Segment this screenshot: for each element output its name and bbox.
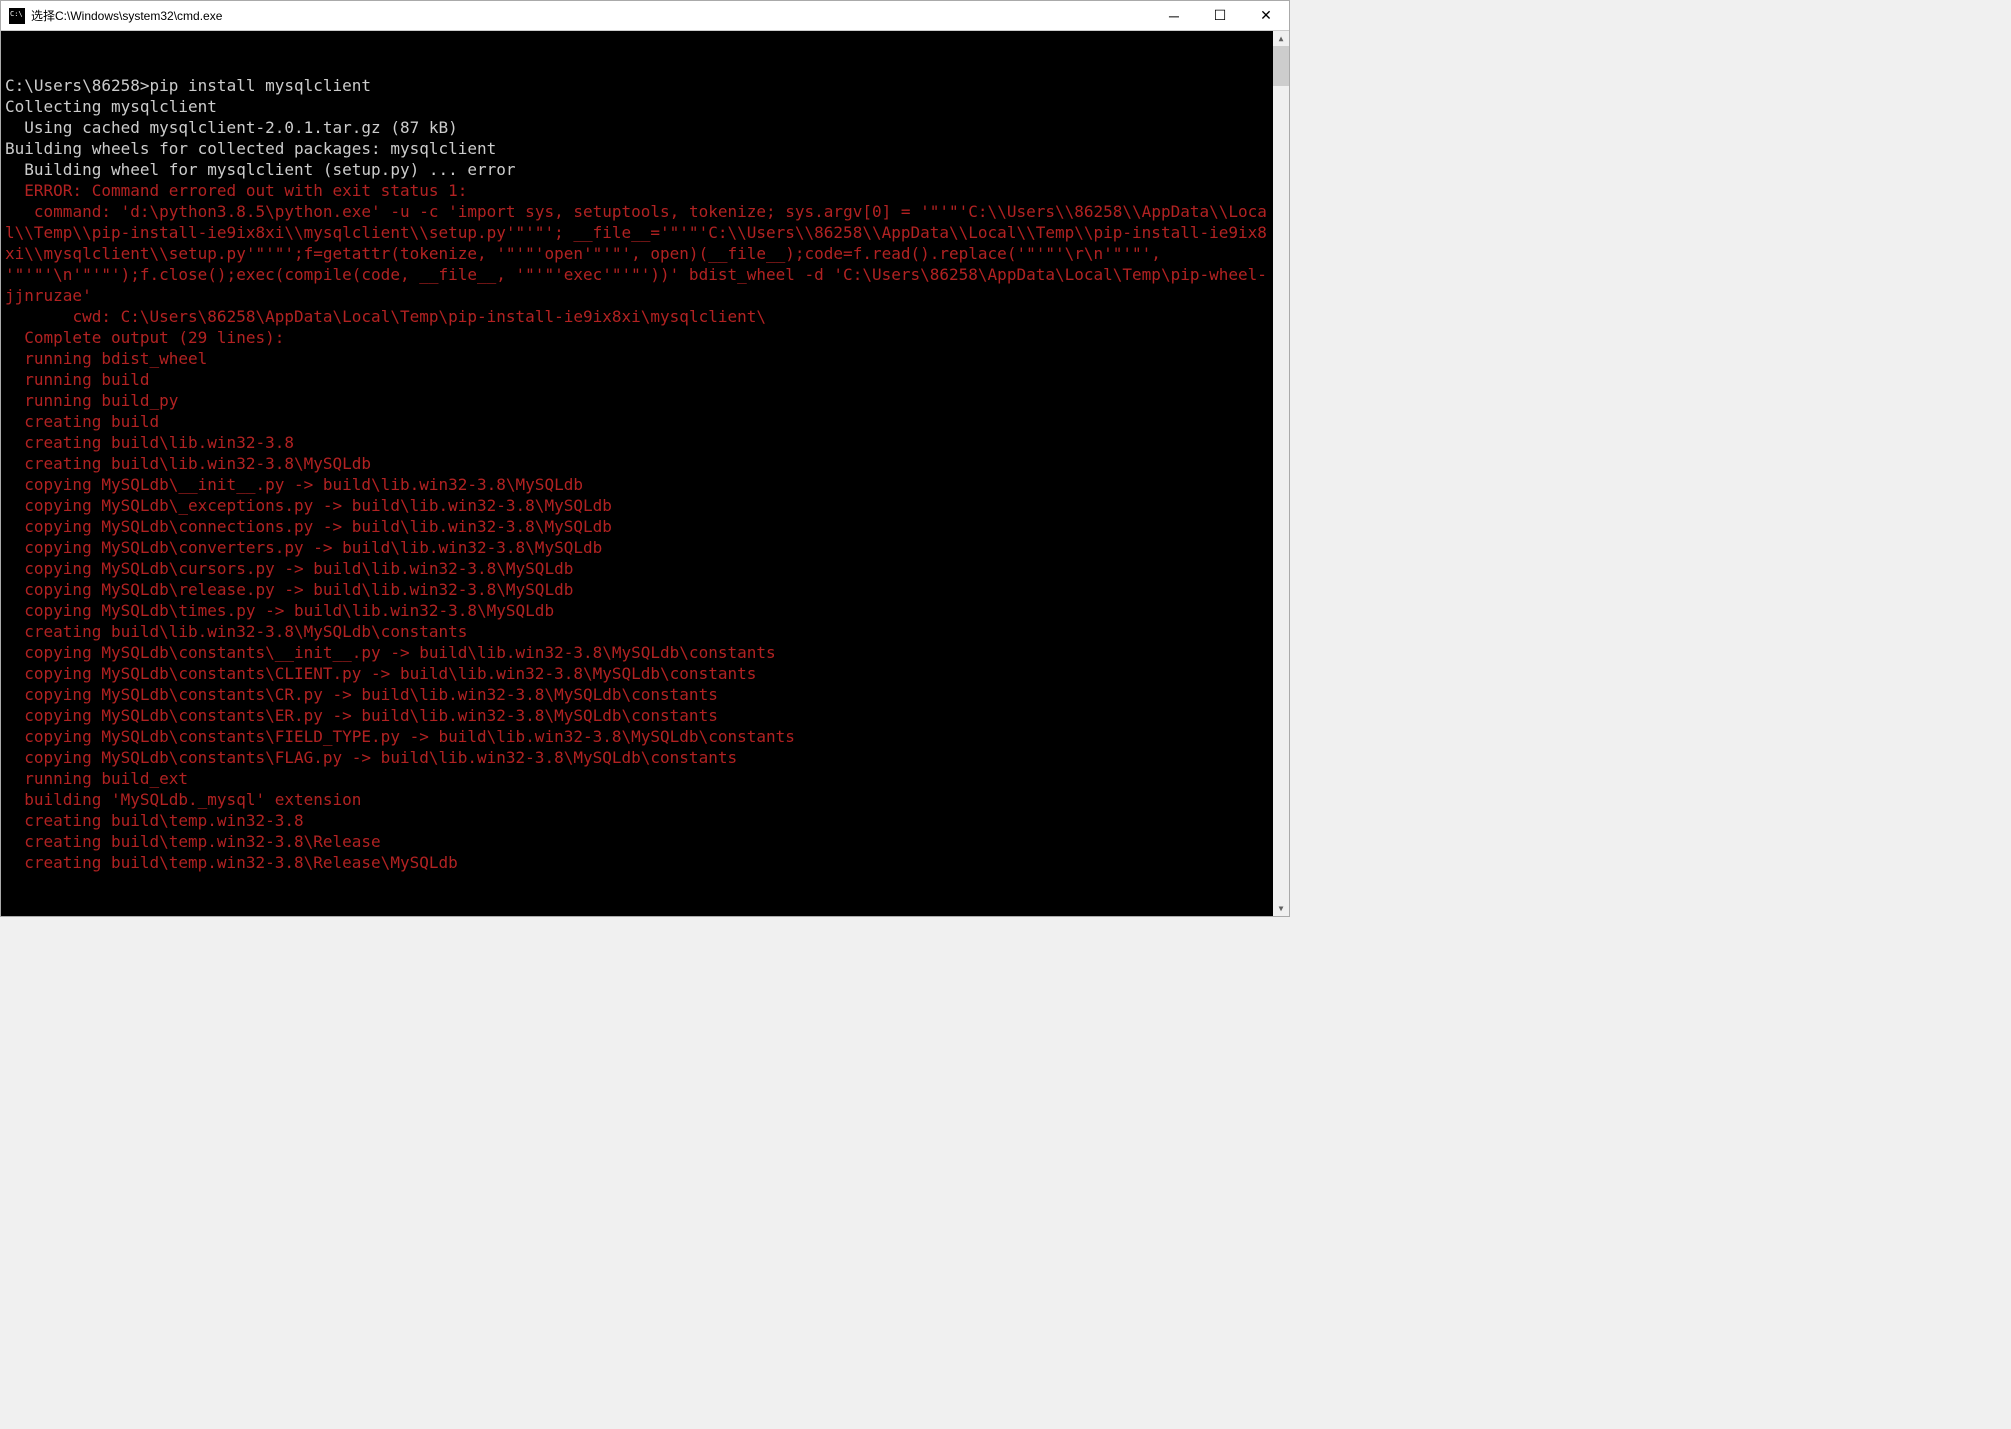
error-line: creating build\temp.win32-3.8\Release\My…	[5, 853, 458, 872]
error-line: cwd: C:\Users\86258\AppData\Local\Temp\p…	[5, 307, 766, 326]
output-line: Using cached mysqlclient-2.0.1.tar.gz (8…	[5, 118, 458, 137]
window-controls: ─ ☐ ✕	[1151, 1, 1289, 31]
window-title: 选择C:\Windows\system32\cmd.exe	[31, 7, 1151, 24]
maximize-button[interactable]: ☐	[1197, 1, 1243, 31]
error-line: copying MySQLdb\connections.py -> build\…	[5, 517, 612, 536]
cmd-window: 选择C:\Windows\system32\cmd.exe ─ ☐ ✕ C:\U…	[0, 0, 1290, 917]
titlebar[interactable]: 选择C:\Windows\system32\cmd.exe ─ ☐ ✕	[1, 1, 1289, 31]
error-line: copying MySQLdb\_exceptions.py -> build\…	[5, 496, 612, 515]
error-line: creating build\lib.win32-3.8	[5, 433, 294, 452]
error-line: creating build\lib.win32-3.8\MySQLdb	[5, 454, 371, 473]
terminal-content: C:\Users\86258>pip install mysqlclient C…	[5, 75, 1289, 873]
cmd-icon	[9, 8, 25, 24]
scroll-down-icon[interactable]: ▼	[1273, 901, 1289, 916]
error-line: copying MySQLdb\cursors.py -> build\lib.…	[5, 559, 573, 578]
error-line: creating build\lib.win32-3.8\MySQLdb\con…	[5, 622, 467, 641]
error-line: copying MySQLdb\constants\FLAG.py -> bui…	[5, 748, 737, 767]
error-line: copying MySQLdb\times.py -> build\lib.wi…	[5, 601, 554, 620]
error-line: ERROR: Command errored out with exit sta…	[5, 181, 467, 200]
error-line: copying MySQLdb\constants\CR.py -> build…	[5, 685, 718, 704]
output-line: Building wheels for collected packages: …	[5, 139, 496, 158]
command-text: pip install mysqlclient	[150, 76, 372, 95]
error-line: command: 'd:\python3.8.5\python.exe' -u …	[5, 202, 1267, 305]
error-line: creating build\temp.win32-3.8\Release	[5, 832, 381, 851]
minimize-button[interactable]: ─	[1151, 1, 1197, 31]
scroll-up-icon[interactable]: ▲	[1273, 31, 1289, 46]
output-line: Building wheel for mysqlclient (setup.py…	[5, 160, 516, 179]
error-line: running bdist_wheel	[5, 349, 207, 368]
error-line: running build_py	[5, 391, 178, 410]
error-line: copying MySQLdb\release.py -> build\lib.…	[5, 580, 573, 599]
error-line: creating build\temp.win32-3.8	[5, 811, 304, 830]
error-line: running build_ext	[5, 769, 188, 788]
error-line: copying MySQLdb\constants\FIELD_TYPE.py …	[5, 727, 795, 746]
scroll-thumb[interactable]	[1273, 46, 1289, 86]
output-line: Collecting mysqlclient	[5, 97, 217, 116]
error-line: creating build	[5, 412, 159, 431]
error-line: copying MySQLdb\constants\ER.py -> build…	[5, 706, 718, 725]
error-line: building 'MySQLdb._mysql' extension	[5, 790, 361, 809]
error-line: running build	[5, 370, 150, 389]
error-line: copying MySQLdb\constants\CLIENT.py -> b…	[5, 664, 756, 683]
terminal-area[interactable]: C:\Users\86258>pip install mysqlclient C…	[1, 31, 1289, 916]
error-line: Complete output (29 lines):	[5, 328, 284, 347]
error-line: copying MySQLdb\__init__.py -> build\lib…	[5, 475, 583, 494]
close-button[interactable]: ✕	[1243, 1, 1289, 31]
error-line: copying MySQLdb\converters.py -> build\l…	[5, 538, 602, 557]
scrollbar[interactable]: ▲ ▼	[1273, 31, 1289, 916]
prompt-text: C:\Users\86258>	[5, 76, 150, 95]
error-line: copying MySQLdb\constants\__init__.py ->…	[5, 643, 776, 662]
